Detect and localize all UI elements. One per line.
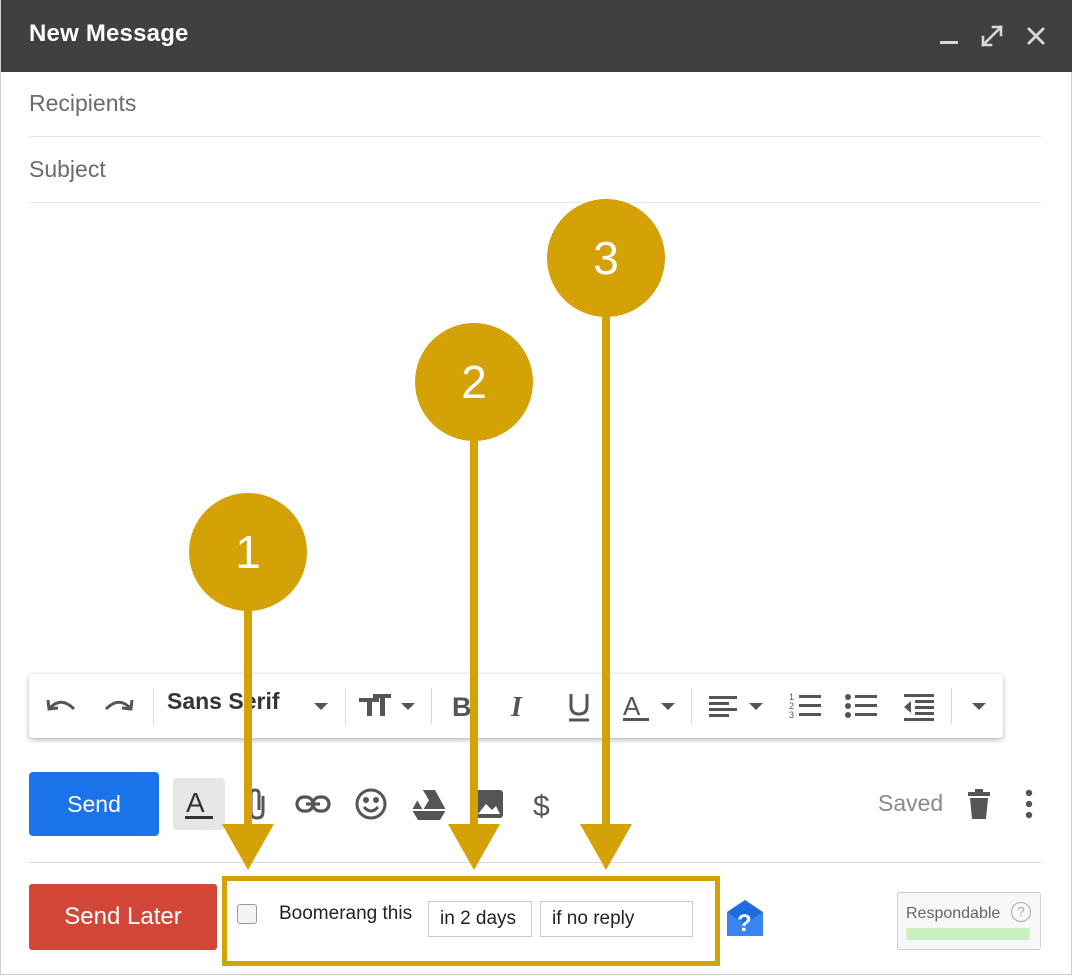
boomerang-when-value: in 2 days — [440, 908, 517, 929]
attach-icon[interactable] — [237, 784, 277, 824]
toolbar-separator — [153, 688, 154, 724]
toolbar-separator — [345, 688, 346, 724]
compose-window: New Message Recipients Subject Sans Seri… — [0, 0, 1072, 975]
insert-photo-icon[interactable] — [469, 784, 509, 824]
boomerang-label: Boomerang this — [279, 903, 413, 924]
subject-placeholder: Subject — [29, 156, 106, 182]
svg-text:I: I — [510, 692, 523, 722]
underline-icon[interactable] — [563, 690, 595, 722]
money-icon[interactable]: $ — [525, 784, 565, 824]
compose-title: New Message — [29, 20, 189, 47]
bulleted-list-icon[interactable] — [843, 690, 879, 722]
indent-less-icon[interactable] — [901, 690, 937, 722]
toolbar-separator — [691, 688, 692, 724]
boomerang-checkbox[interactable] — [237, 904, 257, 924]
callout-number-3: 3 — [593, 232, 619, 284]
recipients-field[interactable]: Recipients — [29, 72, 1041, 137]
svg-text:A: A — [186, 787, 205, 818]
respondable-label: Respondable — [906, 905, 1001, 922]
more-options-icon[interactable] — [1009, 784, 1049, 824]
more-formatting-icon[interactable] — [965, 690, 993, 722]
drive-icon[interactable] — [409, 784, 449, 824]
svg-text:?: ? — [737, 910, 752, 937]
callout-number-1: 1 — [235, 526, 261, 578]
text-color-icon[interactable]: A — [621, 690, 679, 722]
send-later-button[interactable]: Send Later — [29, 884, 217, 950]
svg-text:A: A — [623, 691, 641, 721]
respondable-help-icon[interactable]: ? — [1011, 902, 1031, 922]
font-family-select[interactable]: Sans Serif — [167, 688, 280, 715]
boomerang-condition-value: if no reply — [552, 908, 635, 929]
numbered-list-icon[interactable]: 1 2 3 — [787, 690, 823, 722]
compose-titlebar: New Message — [1, 0, 1072, 72]
svg-text:$: $ — [533, 790, 550, 823]
boomerang-help-icon[interactable]: ? — [725, 898, 765, 938]
font-dropdown-icon[interactable] — [309, 690, 333, 722]
close-icon[interactable] — [1018, 18, 1054, 54]
message-body[interactable] — [29, 204, 1041, 664]
bold-icon[interactable]: B — [447, 690, 479, 722]
divider — [29, 862, 1041, 863]
minimize-icon[interactable] — [931, 18, 967, 54]
text-size-icon[interactable] — [357, 690, 421, 722]
redo-icon[interactable] — [101, 690, 137, 722]
boomerang-condition-input[interactable]: if no reply — [540, 901, 693, 937]
respondable-score-bar — [906, 928, 1030, 940]
link-icon[interactable] — [293, 784, 333, 824]
toolbar-separator — [951, 688, 952, 724]
emoji-icon[interactable] — [351, 784, 391, 824]
respondable-widget[interactable]: Respondable ? — [897, 892, 1041, 950]
discard-draft-icon[interactable] — [959, 784, 999, 824]
svg-text:3: 3 — [789, 710, 794, 720]
callout-number-2: 2 — [461, 356, 487, 408]
formatting-toggle[interactable]: A — [173, 778, 225, 830]
italic-icon[interactable]: I — [505, 690, 537, 723]
toolbar-separator — [431, 688, 432, 724]
send-button[interactable]: Send — [29, 772, 159, 836]
align-icon[interactable] — [705, 690, 767, 722]
undo-icon[interactable] — [43, 690, 79, 722]
svg-text:B: B — [452, 692, 472, 722]
recipients-placeholder: Recipients — [29, 90, 137, 116]
save-status: Saved — [878, 790, 944, 816]
subject-field[interactable]: Subject — [29, 138, 1041, 203]
boomerang-when-input[interactable]: in 2 days — [428, 901, 532, 937]
formatting-toolbar: Sans Serif B I A 1 2 3 — [29, 674, 1003, 738]
fullscreen-icon[interactable] — [974, 18, 1010, 54]
